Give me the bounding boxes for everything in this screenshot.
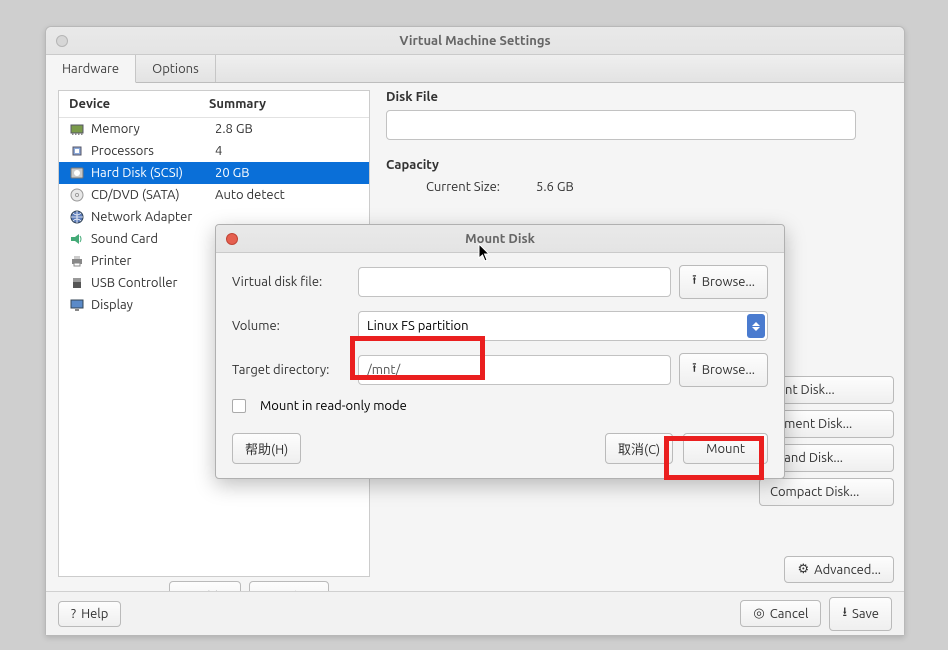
memory-icon [69,122,85,136]
device-row-cd[interactable]: CD/DVD (SATA)Auto detect [59,184,369,206]
volume-value: Linux FS partition [367,319,469,333]
current-size-value: 5.6 GB [536,180,574,194]
panel-header: Device Summary [59,91,369,118]
window-title: Virtual Machine Settings [46,34,904,48]
dialog-titlebar[interactable]: Mount Disk [216,225,784,253]
device-name: Processors [91,144,215,158]
header-summary: Summary [209,97,359,111]
save-button[interactable]: ⭳Save [829,597,892,631]
printer-icon [69,254,85,268]
device-name: Network Adapter [91,210,215,224]
device-summary: 2.8 GB [215,122,253,136]
current-size-label: Current Size: [426,180,536,194]
help-icon: ? [71,607,76,621]
target-label: Target directory: [232,363,350,377]
device-row-cpu[interactable]: Processors4 [59,140,369,162]
device-name: Display [91,298,215,312]
device-row-disk[interactable]: Hard Disk (SCSI)20 GB [59,162,369,184]
readonly-checkbox[interactable] [232,399,246,413]
compact-disk-button[interactable]: Compact Disk... [759,478,894,506]
cancel-button[interactable]: ◎Cancel [740,600,821,627]
device-name: USB Controller [91,276,215,290]
volume-label: Volume: [232,319,350,333]
help-button[interactable]: ?Help [58,601,121,627]
disk-file-label: Disk File [386,90,894,104]
dialog-mount-button[interactable]: Mount [683,433,768,464]
dialog-help-button[interactable]: 帮助(H) [232,433,301,464]
chevron-updown-icon [747,314,765,338]
volume-select[interactable]: Linux FS partition [358,311,768,341]
dialog-close-icon[interactable] [226,233,238,245]
gear-icon: ⚙ [797,562,809,577]
cpu-icon [69,144,85,158]
vdf-browse-button[interactable]: ⭱Browse... [679,265,768,299]
device-summary: 20 GB [215,166,250,180]
device-summary: 4 [215,144,222,158]
upload-icon: ⭱ [692,271,697,293]
vdf-input[interactable] [358,267,671,297]
sound-icon [69,232,85,246]
tab-options[interactable]: Options [136,55,216,82]
net-icon [69,210,85,224]
readonly-label: Mount in read-only mode [260,399,407,413]
device-name: CD/DVD (SATA) [91,188,215,202]
titlebar[interactable]: Virtual Machine Settings [46,27,904,55]
display-icon [69,298,85,312]
target-browse-button[interactable]: ⭱Browse... [679,353,768,387]
capacity-label: Capacity [386,158,894,172]
upload-icon: ⭱ [692,359,697,381]
disk-file-input[interactable] [386,110,856,140]
capacity-row: Current Size: 5.6 GB [386,178,894,196]
device-summary: Auto detect [215,188,285,202]
dialog-cancel-button[interactable]: 取消(C) [605,433,673,464]
advanced-button[interactable]: ⚙Advanced... [784,556,894,583]
footer: ?Help ◎Cancel ⭳Save [46,591,904,635]
device-name: Hard Disk (SCSI) [91,166,215,180]
disk-icon [69,166,85,180]
close-icon[interactable] [56,35,68,47]
vdf-label: Virtual disk file: [232,275,350,289]
usb-icon [69,276,85,290]
device-name: Printer [91,254,215,268]
target-input[interactable] [358,355,671,385]
save-icon: ⭳ [842,603,847,625]
dialog-title: Mount Disk [216,232,784,246]
header-device: Device [69,97,209,111]
cancel-icon: ◎ [753,606,764,621]
cd-icon [69,188,85,202]
tab-bar: Hardware Options [46,55,904,83]
tab-hardware[interactable]: Hardware [46,55,136,83]
mount-disk-dialog: Mount Disk Virtual disk file: ⭱Browse...… [215,224,785,479]
device-name: Memory [91,122,215,136]
device-row-memory[interactable]: Memory2.8 GB [59,118,369,140]
device-name: Sound Card [91,232,215,246]
